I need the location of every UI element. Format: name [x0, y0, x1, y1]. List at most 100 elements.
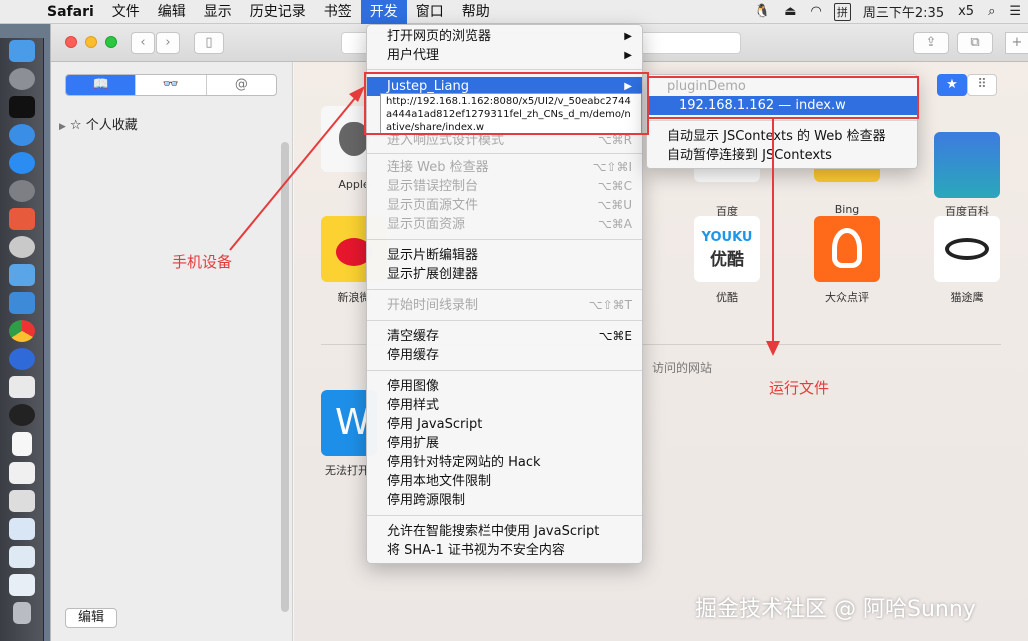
reading-list-tab[interactable]: 👓 [135, 75, 205, 95]
tabs-overview-button[interactable]: ⧉ [957, 32, 993, 54]
wifi-icon[interactable]: ◠ [804, 4, 829, 19]
minimize-window-button[interactable] [85, 36, 97, 48]
favorites-view-button[interactable]: ★ [937, 74, 967, 96]
menu-app-safari[interactable]: Safari [38, 0, 103, 24]
xcode-icon[interactable] [8, 264, 35, 286]
menu-item-web-inspector[interactable]: 连接 Web 检查器 ⌥⇧⌘I [367, 158, 642, 177]
sidebar-scrollbar[interactable] [281, 142, 289, 612]
menu-item-disable-extensions[interactable]: 停用扩展 [367, 434, 642, 453]
menu-edit[interactable]: 编辑 [149, 0, 195, 24]
menu-item-disable-caches[interactable]: 停用缓存 [367, 346, 642, 365]
grid-view-button[interactable]: ⠿ [967, 74, 997, 96]
clock-text[interactable]: 周三下午2:35 [856, 2, 951, 21]
menu-item-user-agent[interactable]: 用户代理 ▶ [367, 46, 642, 65]
menu-divider [367, 239, 642, 240]
menu-divider [367, 370, 642, 371]
submenu-item-auto-pause[interactable]: 自动暂停连接到 JSContexts [647, 146, 917, 165]
watermark: 掘金技术社区 @ 阿哈Sunny [695, 597, 976, 622]
blue-app-icon[interactable] [8, 292, 35, 314]
menu-item-allow-js-smart-search[interactable]: 允许在智能搜索栏中使用 JavaScript [367, 522, 642, 541]
launchpad-icon[interactable] [8, 68, 35, 90]
notification-center-icon[interactable]: ☰ [1002, 4, 1028, 19]
sidebar-toggle-button[interactable]: ▯ [194, 32, 224, 54]
screenshot-file-icon[interactable] [8, 574, 35, 596]
close-window-button[interactable] [65, 36, 77, 48]
screenshot-file-icon[interactable] [8, 546, 35, 568]
menu-item-snippet-editor[interactable]: 显示片断编辑器 [367, 246, 642, 265]
menu-history[interactable]: 历史记录 [241, 0, 315, 24]
menu-item-sha1-insecure[interactable]: 将 SHA-1 证书视为不安全内容 [367, 541, 642, 560]
sidebar-segmented-control: 📖 👓 @ [65, 74, 277, 96]
favorites-folder[interactable]: ▶ ☆ 个人收藏 [59, 114, 138, 133]
dianping-tile[interactable] [814, 216, 880, 282]
keyboard-icon[interactable] [8, 490, 35, 512]
menu-item-label: 停用图像 [387, 379, 440, 394]
annotation-file-label: 运行文件 [769, 379, 830, 397]
status-extra[interactable]: x5 [951, 4, 981, 19]
menu-item-label: 允许在智能搜索栏中使用 JavaScript [387, 524, 600, 539]
menu-item-label: 显示错误控制台 [387, 179, 479, 194]
menu-item-disable-site-hacks[interactable]: 停用针对特定网站的 Hack [367, 453, 642, 472]
trash-icon[interactable] [12, 602, 31, 624]
menu-item-disable-styles[interactable]: 停用样式 [367, 396, 642, 415]
baidu-baike-tile[interactable] [934, 132, 1000, 198]
menu-item-label: 显示片断编辑器 [387, 248, 479, 263]
menu-bookmarks[interactable]: 书签 [315, 0, 361, 24]
input-method-icon[interactable]: 拼 [833, 2, 851, 21]
dianping-logo-icon [832, 228, 862, 268]
back-button[interactable]: ‹ [131, 32, 155, 54]
menu-item-page-resources[interactable]: 显示页面资源 ⌥⌘A [367, 215, 642, 234]
finder-icon[interactable] [8, 40, 35, 62]
frequently-visited-label: 访问的网站 [652, 361, 713, 375]
qq-tray-icon[interactable]: 🐧 [747, 4, 777, 19]
zoom-window-button[interactable] [105, 36, 117, 48]
menu-item-disable-cross-origin[interactable]: 停用跨源限制 [367, 491, 642, 510]
share-button[interactable]: ⇪ [913, 32, 949, 54]
compass-app-icon[interactable] [8, 236, 35, 258]
tripadvisor-tile[interactable] [934, 216, 1000, 282]
qq-dock-icon[interactable] [8, 404, 35, 426]
menu-help[interactable]: 帮助 [453, 0, 499, 24]
owl-logo-icon [945, 238, 989, 260]
menu-item-disable-javascript[interactable]: 停用 JavaScript [367, 415, 642, 434]
disclosure-triangle-icon[interactable]: ▶ [59, 122, 66, 132]
menu-item-open-page-with[interactable]: 打开网页的浏览器 ▶ [367, 27, 642, 46]
document-icon[interactable] [8, 462, 35, 484]
menu-item-timeline-recording[interactable]: 开始时间线录制 ⌥⇧⌘T [367, 296, 642, 315]
spotlight-search-icon[interactable]: ⌕ [981, 4, 1002, 19]
menu-divider [367, 69, 642, 70]
menu-view[interactable]: 显示 [195, 0, 241, 24]
menu-item-label: 停用本地文件限制 [387, 474, 492, 489]
forward-button[interactable]: › [156, 32, 180, 54]
app-store-icon[interactable] [8, 152, 35, 174]
chrome-icon[interactable] [8, 320, 35, 342]
youku-tile[interactable]: YOUKU 优酷 [694, 216, 760, 282]
menu-item-disable-images[interactable]: 停用图像 [367, 377, 642, 396]
eject-icon[interactable]: ⏏ [777, 4, 803, 19]
edit-bookmarks-button[interactable]: 编辑 [65, 608, 117, 628]
menu-window[interactable]: 窗口 [407, 0, 453, 24]
submenu-arrow-icon: ▶ [624, 50, 632, 61]
bookmarks-tab[interactable]: 📖 [66, 75, 136, 95]
sublime-blue-icon[interactable] [8, 348, 35, 370]
menu-item-page-source[interactable]: 显示页面源文件 ⌥⌘U [367, 196, 642, 215]
menu-item-empty-caches[interactable]: 清空缓存 ⌥⌘E [367, 327, 642, 346]
menu-file[interactable]: 文件 [103, 0, 149, 24]
share-icon: ⇪ [925, 35, 937, 50]
image-file-icon[interactable] [8, 518, 35, 540]
java-icon[interactable] [8, 376, 35, 398]
submenu-item-auto-show-inspector[interactable]: 自动显示 JSContexts 的 Web 检查器 [647, 127, 917, 146]
app-red-icon[interactable] [8, 208, 35, 230]
menu-item-disable-local-file-restrictions[interactable]: 停用本地文件限制 [367, 472, 642, 491]
system-preferences-icon[interactable] [8, 180, 35, 202]
menu-divider [647, 120, 917, 121]
menu-item-error-console[interactable]: 显示错误控制台 ⌥⌘C [367, 177, 642, 196]
safari-dock-icon[interactable] [8, 124, 35, 146]
menu-divider [367, 289, 642, 290]
terminal-icon[interactable] [8, 96, 35, 118]
menu-develop[interactable]: 开发 [360, 0, 407, 24]
menu-item-extension-builder[interactable]: 显示扩展创建器 [367, 265, 642, 284]
document-icon[interactable] [11, 432, 32, 456]
shared-links-tab[interactable]: @ [205, 75, 276, 95]
new-tab-button[interactable]: + [1005, 32, 1028, 54]
